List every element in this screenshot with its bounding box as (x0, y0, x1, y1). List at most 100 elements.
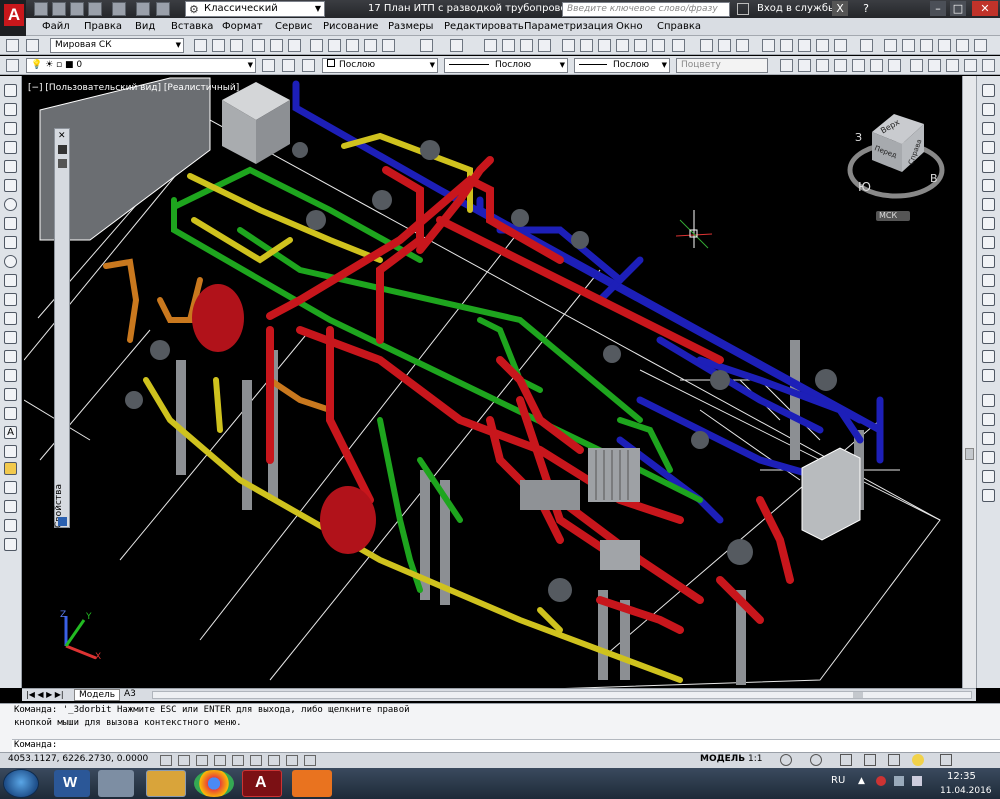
ucs-combo[interactable]: Мировая СК ▼ (50, 38, 184, 53)
arc-icon[interactable] (4, 179, 17, 192)
clock-date[interactable]: 11.04.2016 (940, 786, 992, 796)
zoom-realtime-icon[interactable] (502, 39, 515, 52)
scroll-thumb[interactable] (965, 448, 974, 460)
exchange-button[interactable]: X (832, 1, 848, 16)
gradient-icon[interactable] (4, 369, 17, 382)
table-icon[interactable] (4, 407, 17, 420)
sweep-icon[interactable] (946, 59, 959, 72)
new-icon[interactable] (34, 2, 48, 16)
workspace-switch-icon[interactable] (810, 754, 822, 766)
ellipse-arc-icon[interactable] (4, 274, 17, 287)
revolve-icon[interactable] (928, 59, 941, 72)
network-icon[interactable] (894, 776, 904, 786)
text-icon[interactable]: A (4, 426, 17, 439)
menu-item-modify[interactable]: Редактировать (444, 21, 524, 32)
menu-item-window[interactable]: Окно (616, 21, 643, 32)
isolate-icon[interactable] (888, 754, 900, 766)
tab-model[interactable]: Модель (74, 689, 121, 701)
union-icon[interactable] (982, 59, 995, 72)
ortho-icon[interactable] (196, 755, 208, 766)
save-icon[interactable] (70, 2, 84, 16)
bulb-icon[interactable] (912, 754, 924, 766)
print-icon[interactable] (252, 39, 265, 52)
help-button[interactable]: ? (858, 1, 874, 16)
menu-item-insert[interactable]: Вставка (171, 21, 213, 32)
layer-icon[interactable] (920, 39, 933, 52)
grid-icon[interactable] (178, 755, 190, 766)
design-center-icon[interactable] (580, 39, 593, 52)
menu-item-format[interactable]: Формат (222, 21, 263, 32)
ducs-icon[interactable] (268, 755, 280, 766)
clean-screen-icon[interactable] (940, 754, 952, 766)
cone-icon[interactable] (834, 59, 847, 72)
shaded-icon[interactable] (834, 39, 847, 52)
insert-block-icon[interactable] (4, 293, 17, 306)
trim-icon[interactable] (982, 255, 995, 268)
leader-icon[interactable] (982, 470, 995, 483)
point-icon[interactable] (4, 331, 17, 344)
circle-icon[interactable] (4, 198, 17, 211)
offset-icon[interactable] (4, 519, 17, 532)
spline-icon[interactable] (4, 236, 17, 249)
dim-aligned-icon[interactable] (982, 413, 995, 426)
dim-angular-icon[interactable] (982, 451, 995, 464)
layer-match-icon[interactable] (302, 59, 315, 72)
move-icon[interactable] (4, 462, 17, 475)
ucs-world-icon[interactable] (26, 39, 39, 52)
pdf-icon[interactable] (292, 770, 332, 797)
mirror-icon[interactable] (4, 500, 17, 513)
zoom-previous-icon[interactable] (538, 39, 551, 52)
continuous-orbit-icon[interactable] (736, 39, 749, 52)
cut-icon[interactable] (310, 39, 323, 52)
viewport-controls[interactable]: [−] [Пользовательский вид] [Реалистичный… (28, 83, 239, 93)
open-icon[interactable] (212, 39, 225, 52)
word-icon[interactable]: W (54, 770, 90, 797)
hidden-icon[interactable] (780, 39, 793, 52)
scale-icon[interactable] (982, 217, 995, 230)
explode-icon[interactable] (982, 369, 995, 382)
copy-icon[interactable] (982, 103, 995, 116)
conceptual-icon[interactable] (816, 39, 829, 52)
hardware-accel-icon[interactable] (864, 754, 876, 766)
ellipse-icon[interactable] (4, 255, 17, 268)
lineweight-icon[interactable] (304, 755, 316, 766)
layer-combo[interactable]: 💡 ☀ ▫ ■ 0 ▼ (26, 58, 256, 73)
explorer-icon[interactable] (146, 770, 186, 797)
xline-icon[interactable] (4, 103, 17, 116)
wireframe-icon[interactable] (762, 39, 775, 52)
add-selected-icon[interactable] (4, 445, 17, 458)
new-icon[interactable] (194, 39, 207, 52)
preview-icon[interactable] (270, 39, 283, 52)
linetype-combo[interactable]: Послою ▼ (444, 58, 568, 73)
move-icon[interactable] (982, 179, 995, 192)
menu-item-view[interactable]: Вид (135, 21, 155, 32)
chamfer-icon[interactable] (982, 331, 995, 344)
orbit-icon[interactable] (700, 39, 713, 52)
free-orbit-icon[interactable] (718, 39, 731, 52)
wcs-badge[interactable]: МСК (879, 211, 897, 220)
autocad-taskbar-icon[interactable]: A (242, 770, 282, 797)
line-icon[interactable] (4, 84, 17, 97)
volume-icon[interactable] (912, 776, 922, 786)
make-current-icon[interactable] (262, 59, 275, 72)
print-icon[interactable] (112, 2, 126, 16)
open-icon[interactable] (52, 2, 66, 16)
revcloud-icon[interactable] (4, 217, 17, 230)
coordinates-readout[interactable]: 4053.1127, 6226.2730, 0.0000 (8, 754, 148, 764)
layer-properties-icon[interactable] (6, 59, 19, 72)
model-space-toggle[interactable]: МОДЕЛЬ (700, 754, 745, 764)
copy-icon[interactable] (328, 39, 341, 52)
windows-start-icon[interactable] (3, 769, 39, 798)
redo-icon[interactable] (450, 39, 463, 52)
box-icon[interactable] (798, 59, 811, 72)
search-input[interactable]: Введите ключевое слово/фразу (562, 2, 730, 17)
hatch-icon[interactable] (4, 350, 17, 363)
drawing-viewport[interactable] (24, 76, 968, 688)
annotation-visibility-icon[interactable] (780, 754, 792, 766)
save-as-icon[interactable] (88, 2, 102, 16)
dyn-icon[interactable] (286, 755, 298, 766)
sheet-set-icon[interactable] (616, 39, 629, 52)
fillet-icon[interactable] (982, 350, 995, 363)
menu-item-file[interactable]: Файл (42, 21, 70, 32)
clock-time[interactable]: 12:35 (947, 771, 976, 782)
